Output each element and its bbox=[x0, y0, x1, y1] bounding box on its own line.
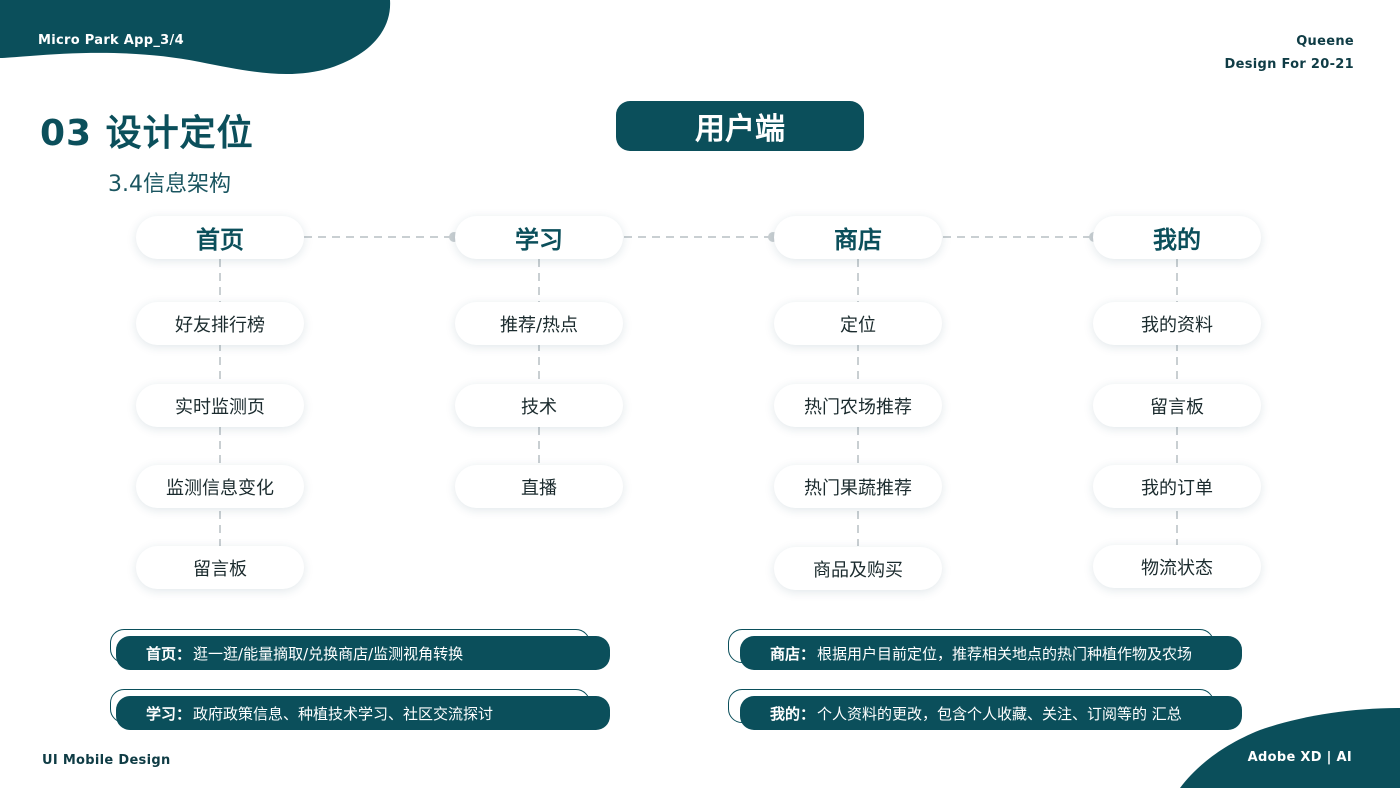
node-item: 我的资料 bbox=[1093, 302, 1261, 345]
note-text: 个人资料的更改，包含个人收藏、关注、订阅等的 汇总 bbox=[817, 704, 1182, 723]
node-item: 物流状态 bbox=[1093, 545, 1261, 588]
node-item: 技术 bbox=[455, 384, 623, 427]
note-label: 学习： bbox=[146, 704, 192, 723]
node-head-study: 学习 bbox=[455, 216, 623, 259]
note-mine: 我的： 个人资料的更改，包含个人收藏、关注、订阅等的 汇总 bbox=[740, 696, 1242, 730]
node-item: 直播 bbox=[455, 465, 623, 508]
node-item: 留言板 bbox=[136, 546, 304, 589]
note-text: 政府政策信息、种植技术学习、社区交流探讨 bbox=[193, 704, 494, 723]
node-item: 热门农场推荐 bbox=[774, 384, 942, 427]
node-item: 好友排行榜 bbox=[136, 302, 304, 345]
note-shop: 商店： 根据用户目前定位，推荐相关地点的热门种植作物及农场 bbox=[740, 636, 1242, 670]
node-head-shop: 商店 bbox=[774, 216, 942, 259]
note-text: 逛一逛/能量摘取/兑换商店/监测视角转换 bbox=[193, 644, 464, 663]
note-text: 根据用户目前定位，推荐相关地点的热门种植作物及农场 bbox=[817, 644, 1193, 663]
node-item: 监测信息变化 bbox=[136, 465, 304, 508]
note-home: 首页： 逛一逛/能量摘取/兑换商店/监测视角转换 bbox=[116, 636, 610, 670]
node-head-home: 首页 bbox=[136, 216, 304, 259]
node-item: 商品及购买 bbox=[774, 547, 942, 590]
node-item: 留言板 bbox=[1093, 384, 1261, 427]
node-head-mine: 我的 bbox=[1093, 216, 1261, 259]
note-label: 商店： bbox=[770, 644, 816, 663]
note-label: 首页： bbox=[146, 644, 192, 663]
node-item: 实时监测页 bbox=[136, 384, 304, 427]
node-item: 推荐/热点 bbox=[455, 302, 623, 345]
node-item: 我的订单 bbox=[1093, 465, 1261, 508]
node-item: 热门果蔬推荐 bbox=[774, 465, 942, 508]
note-study: 学习： 政府政策信息、种植技术学习、社区交流探讨 bbox=[116, 696, 610, 730]
note-label: 我的： bbox=[770, 704, 816, 723]
node-item: 定位 bbox=[774, 302, 942, 345]
